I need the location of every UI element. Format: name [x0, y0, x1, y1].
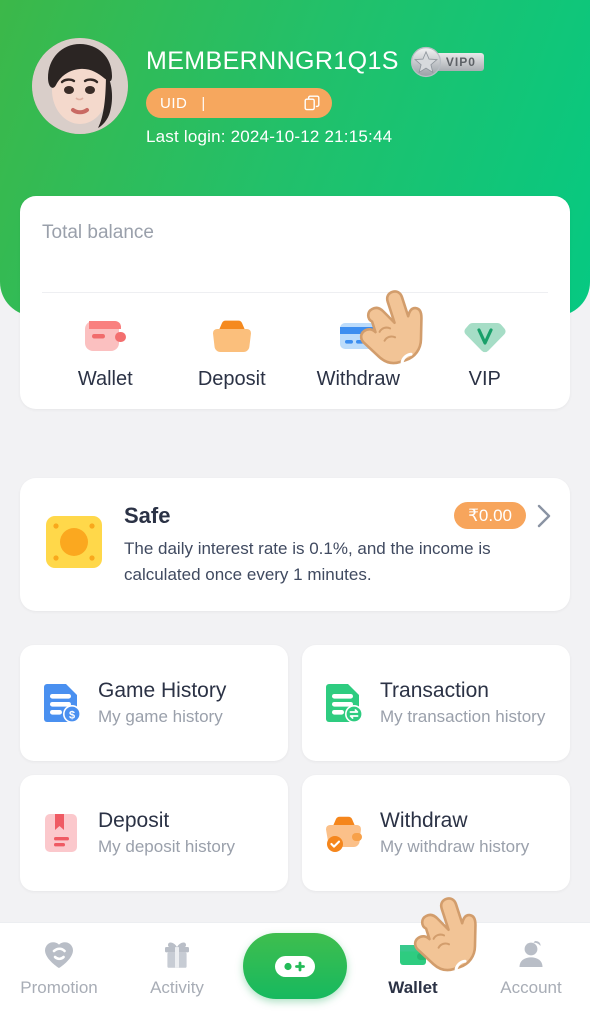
- profile-info: MEMBERNNGR1Q1S VIP0 UID | Last login: 20…: [128, 38, 590, 147]
- card-subtitle: My game history: [98, 707, 223, 727]
- nav-item-activity[interactable]: Activity: [118, 937, 236, 998]
- quick-action-label: Deposit: [197, 368, 266, 390]
- vip-star-icon: [410, 46, 441, 78]
- card-title: Withdraw: [380, 809, 468, 833]
- transaction-icon: [326, 684, 363, 723]
- quick-action-deposit[interactable]: Deposit: [169, 313, 296, 391]
- nav-center-slot: [236, 933, 354, 1003]
- safe-header-row: Safe ₹0.00: [124, 502, 552, 530]
- uid-label: UID: [160, 94, 188, 112]
- safe-description: The daily interest rate is 0.1%, and the…: [124, 539, 491, 584]
- history-grid: $ Game History My game history Transacti…: [20, 645, 570, 891]
- svg-text:$: $: [69, 709, 75, 721]
- quick-action-wallet[interactable]: Wallet: [42, 313, 169, 391]
- wallet-icon: [85, 321, 127, 351]
- nav-label: Wallet: [388, 978, 438, 997]
- nav-label: Promotion: [20, 978, 98, 997]
- total-balance-value: [42, 244, 548, 284]
- quick-action-label: Withdraw: [316, 368, 400, 390]
- card-subtitle: My deposit history: [98, 837, 235, 857]
- quick-action-label: VIP: [468, 368, 501, 390]
- gamepad-icon: [275, 956, 315, 977]
- nav-label: Account: [500, 978, 562, 997]
- card-subtitle: My withdraw history: [380, 837, 530, 857]
- card-deposit-history[interactable]: Deposit My deposit history: [20, 775, 288, 891]
- card-title: Deposit: [98, 809, 170, 833]
- deposit-icon: [212, 320, 251, 352]
- promotion-heart-icon: [45, 942, 73, 968]
- nav-item-promotion[interactable]: Promotion: [0, 937, 118, 998]
- bottom-navigation: Promotion Activity Wallet Account: [0, 922, 590, 1024]
- card-subtitle: My transaction history: [380, 707, 546, 727]
- withdraw-history-icon: [325, 816, 362, 852]
- card-title: Transaction: [380, 679, 489, 703]
- chevron-right-icon[interactable]: [536, 503, 552, 529]
- total-balance-card: Total balance Wallet Deposit Withdraw VI…: [20, 196, 570, 409]
- avatar-image: [32, 38, 128, 134]
- card-withdraw-history[interactable]: Withdraw My withdraw history: [302, 775, 570, 891]
- safe-amount-badge: ₹0.00: [454, 502, 526, 530]
- vip-gem-icon: [464, 323, 506, 353]
- last-login-text: Last login: 2024-10-12 21:15:44: [146, 127, 393, 146]
- account-person-icon: [519, 941, 543, 967]
- safe-body: Safe ₹0.00 The daily interest rate is 0.…: [124, 502, 552, 587]
- gift-icon: [165, 942, 189, 968]
- nav-item-wallet[interactable]: Wallet: [354, 937, 472, 998]
- card-game-history[interactable]: $ Game History My game history: [20, 645, 288, 761]
- copy-icon[interactable]: [304, 95, 320, 111]
- safe-card[interactable]: Safe ₹0.00 The daily interest rate is 0.…: [20, 478, 570, 612]
- card-transaction[interactable]: Transaction My transaction history: [302, 645, 570, 761]
- quick-actions-row: Wallet Deposit Withdraw VIP: [42, 293, 548, 391]
- total-balance-label: Total balance: [42, 222, 154, 243]
- safe-title: Safe: [124, 502, 171, 528]
- nav-item-account[interactable]: Account: [472, 937, 590, 998]
- card-text: Transaction My transaction history: [380, 678, 558, 728]
- game-history-icon: $: [44, 684, 81, 723]
- uid-pill[interactable]: UID |: [146, 88, 332, 118]
- wallet-nav-icon: [400, 945, 427, 965]
- deposit-history-icon: [45, 814, 77, 852]
- safe-vault-icon: [46, 516, 102, 568]
- nav-label: Activity: [150, 978, 204, 997]
- quick-action-withdraw[interactable]: Withdraw: [295, 313, 422, 391]
- withdraw-icon: [340, 323, 377, 349]
- card-text: Game History My game history: [98, 678, 276, 728]
- vip-badge: VIP0: [409, 45, 484, 79]
- card-text: Withdraw My withdraw history: [380, 808, 558, 858]
- uid-separator: |: [201, 94, 206, 112]
- card-text: Deposit My deposit history: [98, 808, 276, 858]
- username-row: MEMBERNNGR1Q1S VIP0: [146, 44, 590, 78]
- avatar[interactable]: [32, 38, 128, 134]
- quick-action-label: Wallet: [77, 368, 133, 390]
- quick-action-vip[interactable]: VIP: [422, 313, 549, 391]
- profile-row: MEMBERNNGR1Q1S VIP0 UID | Last login: 20…: [0, 38, 590, 147]
- nav-game-button[interactable]: [243, 933, 347, 999]
- card-title: Game History: [98, 679, 227, 703]
- username: MEMBERNNGR1Q1S: [146, 46, 399, 75]
